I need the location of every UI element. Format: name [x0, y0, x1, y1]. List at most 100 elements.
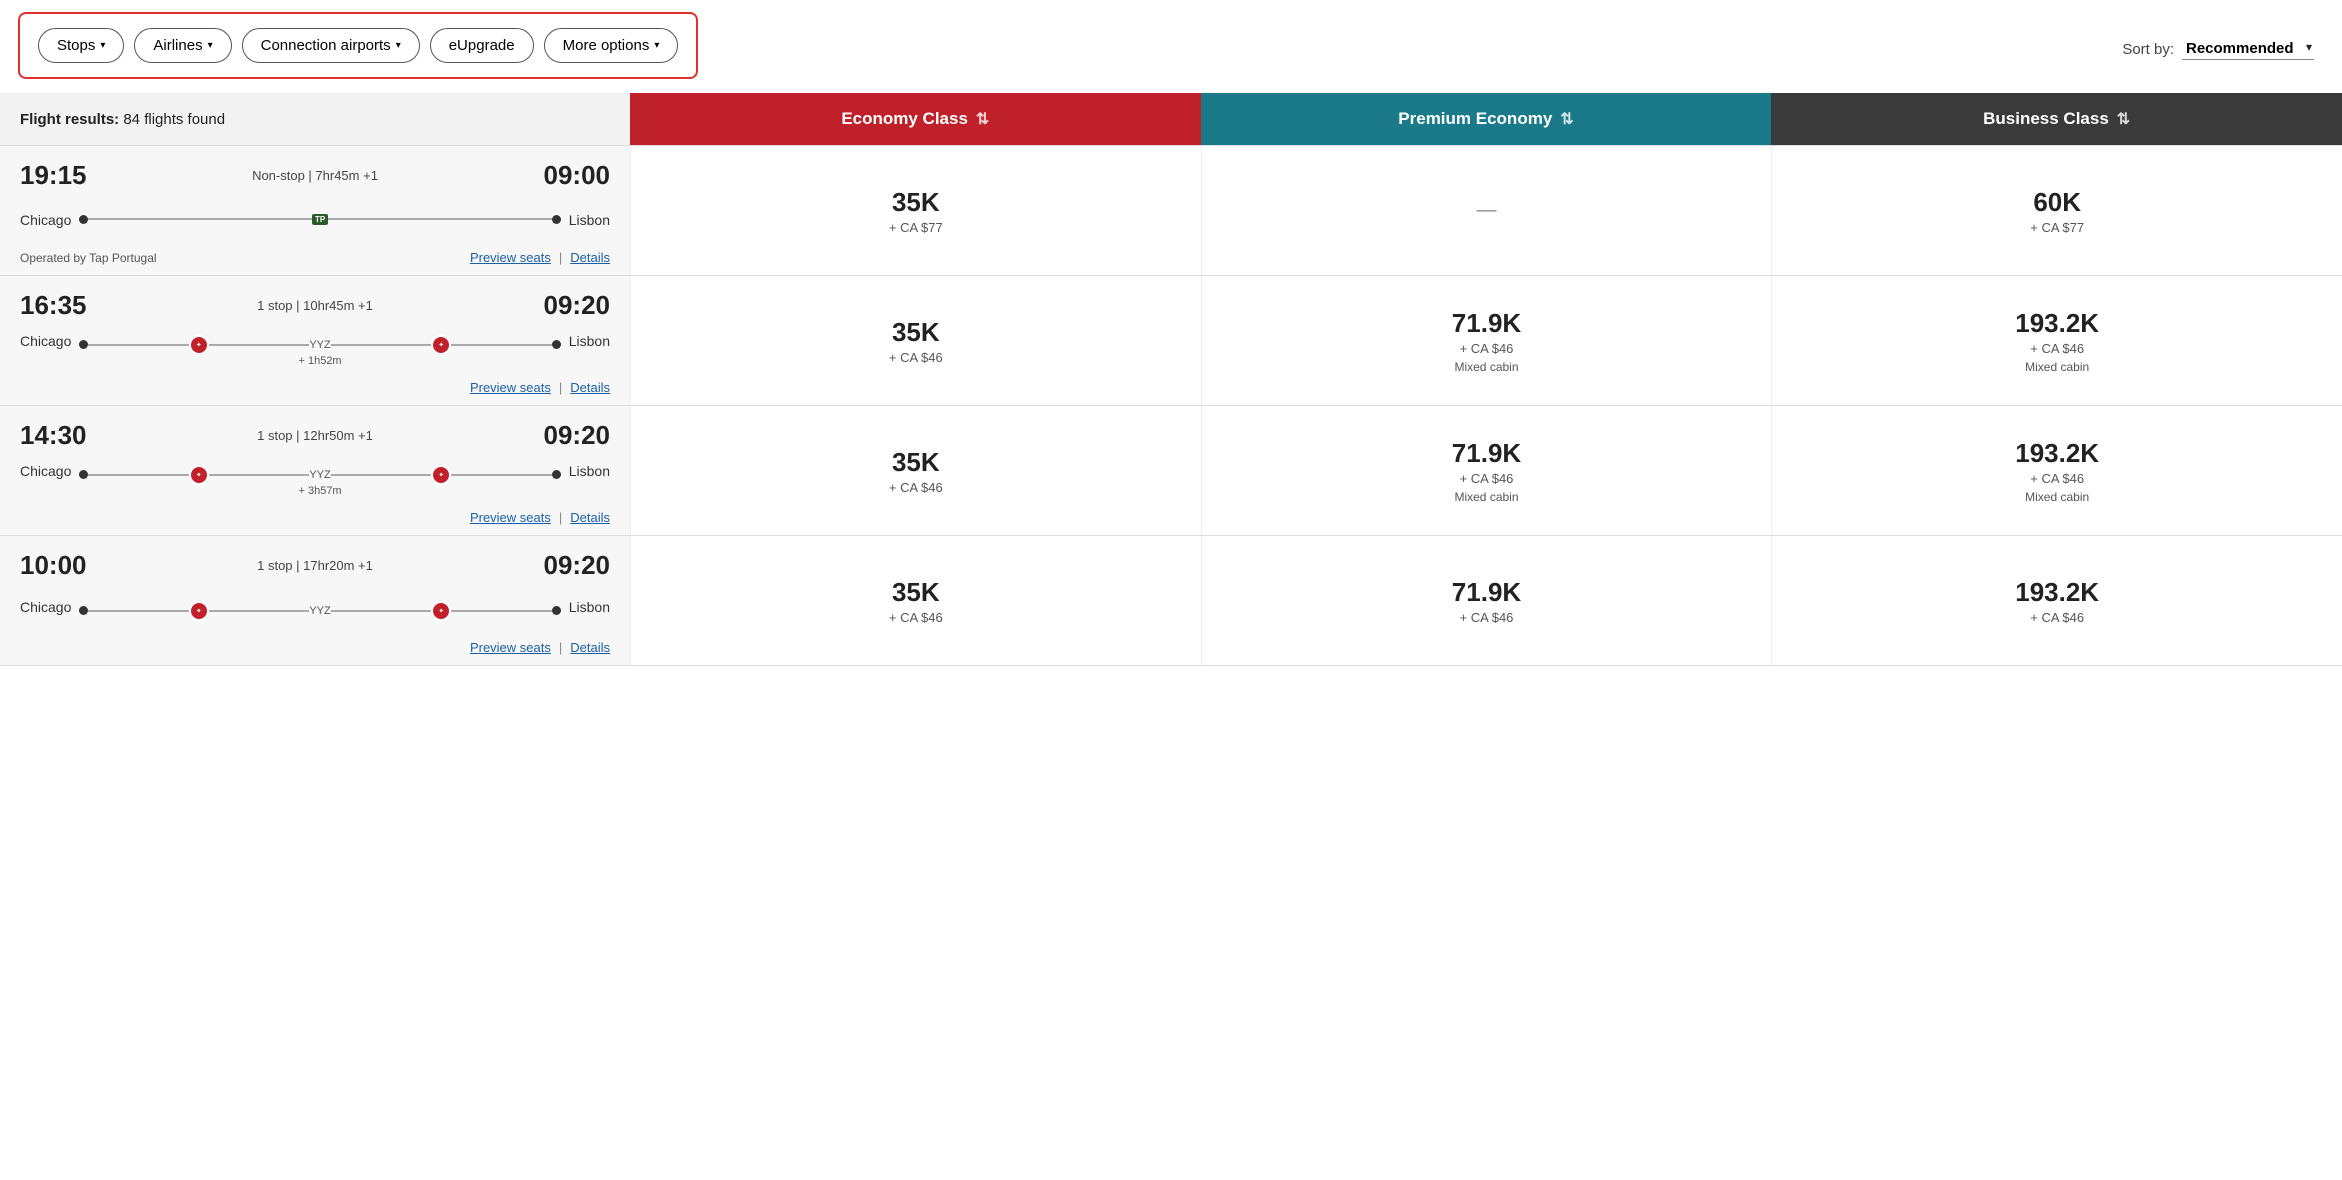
business-price-main: 193.2K	[2015, 308, 2099, 339]
flight-links: Preview seats | Details	[470, 380, 610, 395]
economy-price-cell[interactable]: 35K + CA $46	[630, 406, 1201, 535]
details-link[interactable]: Details	[570, 380, 610, 395]
depart-time: 16:35	[20, 290, 87, 321]
stop-icon-1	[189, 335, 209, 355]
economy-price-sub: + CA $46	[889, 480, 943, 495]
details-link[interactable]: Details	[570, 640, 610, 655]
flight-footer: Preview seats | Details	[20, 380, 610, 395]
premium-price-main: 71.9K	[1452, 577, 1521, 608]
premium-note: Mixed cabin	[1454, 360, 1518, 374]
tp-logo: TP	[312, 214, 328, 225]
sort-select-wrapper[interactable]: Recommended Price Duration	[2182, 38, 2314, 60]
flight-times: 14:30 1 stop | 12hr50m +1 09:20	[20, 420, 610, 451]
filter-bar: Stops ▾ Airlines ▾ Connection airports ▾…	[18, 12, 698, 79]
premium-class-header[interactable]: Premium Economy ⇅	[1201, 93, 1772, 145]
arrive-time: 09:00	[544, 160, 611, 191]
economy-price-sub: + CA $46	[889, 610, 943, 625]
premium-note: Mixed cabin	[1454, 490, 1518, 504]
business-price-cell[interactable]: 193.2K + CA $46 Mixed cabin	[1771, 406, 2342, 535]
premium-price-cell[interactable]: 71.9K + CA $46 Mixed cabin	[1201, 406, 1772, 535]
premium-price-cell[interactable]: —	[1201, 146, 1772, 275]
sort-label: Sort by:	[2122, 41, 2174, 58]
route-line-seg2	[209, 474, 309, 476]
more-options-caret-icon: ▾	[654, 40, 659, 51]
depart-time: 19:15	[20, 160, 87, 191]
sort-bar: Sort by: Recommended Price Duration	[2122, 38, 2314, 60]
flight-row: 16:35 1 stop | 10hr45m +1 09:20 Chicago …	[0, 276, 2342, 406]
link-separator: |	[559, 640, 562, 655]
business-price-sub: + CA $46	[2030, 471, 2084, 486]
route-line-seg3	[331, 610, 431, 612]
connection-airports-filter[interactable]: Connection airports ▾	[242, 28, 420, 63]
results-header: Flight results: 84 flights found Economy…	[0, 93, 2342, 146]
flights-container: 19:15 Non-stop | 7hr45m +1 09:00 Chicago…	[0, 146, 2342, 666]
flight-times: 16:35 1 stop | 10hr45m +1 09:20	[20, 290, 610, 321]
details-link[interactable]: Details	[570, 510, 610, 525]
origin-dot	[79, 340, 88, 349]
business-note: Mixed cabin	[2025, 360, 2089, 374]
economy-class-header[interactable]: Economy Class ⇅	[630, 93, 1201, 145]
business-price-cell[interactable]: 193.2K + CA $46	[1771, 536, 2342, 665]
to-city: Lisbon	[569, 333, 610, 349]
business-sort-icon: ⇅	[2117, 109, 2130, 129]
economy-price-cell[interactable]: 35K + CA $46	[630, 276, 1201, 405]
flight-info: 14:30 1 stop | 12hr50m +1 09:20 Chicago …	[0, 406, 630, 535]
origin-dot	[79, 606, 88, 615]
route-line-seg4	[451, 610, 551, 612]
stop-code: YYZ	[309, 605, 330, 617]
economy-price-cell[interactable]: 35K + CA $46	[630, 536, 1201, 665]
business-price-sub: + CA $77	[2030, 220, 2084, 235]
from-city: Chicago	[20, 463, 71, 479]
economy-price-cell[interactable]: 35K + CA $77	[630, 146, 1201, 275]
flight-meta: 1 stop | 10hr45m +1	[257, 298, 373, 313]
route-line-seg	[88, 610, 188, 612]
route-line-seg2	[209, 610, 309, 612]
route-row: Chicago YYZ + 1h52m Lisbon	[20, 333, 610, 367]
premium-price-main: 71.9K	[1452, 308, 1521, 339]
preview-seats-link[interactable]: Preview seats	[470, 380, 551, 395]
business-price-cell[interactable]: 60K + CA $77	[1771, 146, 2342, 275]
business-price-main: 193.2K	[2015, 438, 2099, 469]
premium-price-cell[interactable]: 71.9K + CA $46 Mixed cabin	[1201, 276, 1772, 405]
flight-links: Preview seats | Details	[470, 250, 610, 265]
preview-seats-link[interactable]: Preview seats	[470, 640, 551, 655]
premium-price-cell[interactable]: 71.9K + CA $46	[1201, 536, 1772, 665]
flight-info: 16:35 1 stop | 10hr45m +1 09:20 Chicago …	[0, 276, 630, 405]
business-class-header[interactable]: Business Class ⇅	[1771, 93, 2342, 145]
preview-seats-link[interactable]: Preview seats	[470, 250, 551, 265]
from-city: Chicago	[20, 212, 71, 228]
stop-code: YYZ	[309, 469, 330, 481]
link-separator: |	[559, 510, 562, 525]
economy-price-main: 35K	[892, 447, 940, 478]
route-line-seg	[88, 474, 188, 476]
flight-times: 19:15 Non-stop | 7hr45m +1 09:00	[20, 160, 610, 191]
route-line-seg	[88, 344, 188, 346]
to-city: Lisbon	[569, 463, 610, 479]
flight-links: Preview seats | Details	[470, 510, 610, 525]
preview-seats-link[interactable]: Preview seats	[470, 510, 551, 525]
flight-meta: 1 stop | 17hr20m +1	[257, 558, 373, 573]
stop-icon-1	[189, 601, 209, 621]
business-price-main: 60K	[2033, 187, 2081, 218]
airlines-filter[interactable]: Airlines ▾	[134, 28, 231, 63]
route-line-seg4	[451, 474, 551, 476]
flight-row: 10:00 1 stop | 17hr20m +1 09:20 Chicago …	[0, 536, 2342, 666]
more-options-filter[interactable]: More options ▾	[544, 28, 679, 63]
flight-meta: Non-stop | 7hr45m +1	[252, 168, 378, 183]
flight-info: 19:15 Non-stop | 7hr45m +1 09:00 Chicago…	[0, 146, 630, 275]
details-link[interactable]: Details	[570, 250, 610, 265]
flight-row: 19:15 Non-stop | 7hr45m +1 09:00 Chicago…	[0, 146, 2342, 276]
dest-dot	[552, 470, 561, 479]
stop-duration: + 3h57m	[298, 485, 341, 497]
stop-icon-2	[431, 601, 451, 621]
airlines-caret-icon: ▾	[208, 40, 213, 51]
eupgrade-filter[interactable]: eUpgrade	[430, 28, 534, 63]
dest-dot	[552, 340, 561, 349]
business-note: Mixed cabin	[2025, 490, 2089, 504]
business-price-cell[interactable]: 193.2K + CA $46 Mixed cabin	[1771, 276, 2342, 405]
from-city: Chicago	[20, 333, 71, 349]
economy-sort-icon: ⇅	[976, 109, 989, 129]
origin-dot	[79, 215, 88, 224]
sort-select[interactable]: Recommended Price Duration	[2182, 38, 2314, 60]
stops-filter[interactable]: Stops ▾	[38, 28, 124, 63]
